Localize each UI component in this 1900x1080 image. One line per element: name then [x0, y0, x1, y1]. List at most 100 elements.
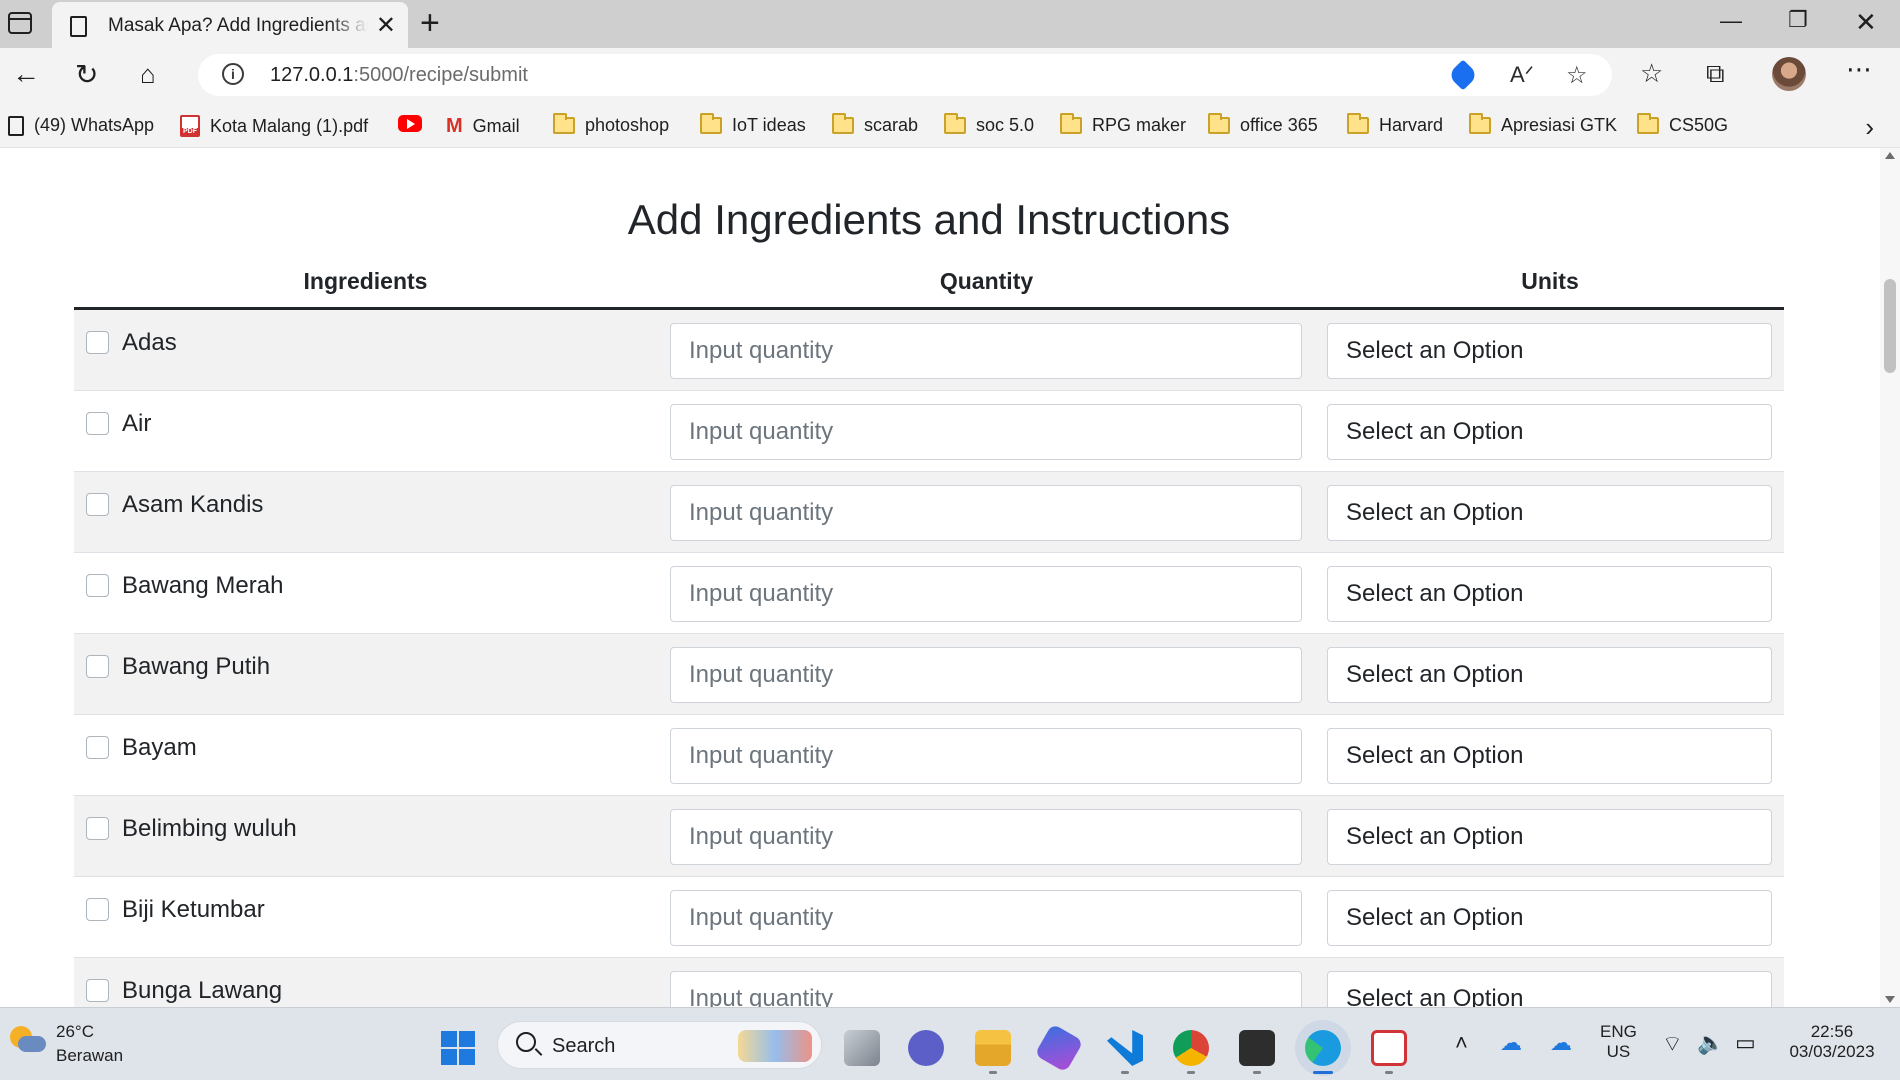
teams-chat-icon[interactable] [908, 1030, 944, 1066]
ingredient-label: Asam Kandis [122, 491, 264, 518]
scroll-up-arrow-icon[interactable] [1885, 152, 1895, 159]
weather-temperature[interactable]: 26°C [56, 1022, 94, 1042]
unit-select[interactable]: Select an Option [1327, 647, 1772, 703]
more-menu-icon[interactable]: ⋯ [1846, 54, 1872, 85]
edge-icon[interactable] [1305, 1030, 1341, 1066]
ingredient-checkbox[interactable] [86, 898, 109, 921]
snipping-tool-icon[interactable] [1371, 1030, 1407, 1066]
quantity-input[interactable] [670, 971, 1302, 1007]
ingredient-checkbox[interactable] [86, 574, 109, 597]
active-tab[interactable]: Masak Apa? Add Ingredients and Instructi… [52, 2, 408, 48]
tab-title: Masak Apa? Add Ingredients and Instructi… [108, 15, 368, 36]
onedrive-sync-icon[interactable]: ☁ [1550, 1030, 1572, 1056]
url-bar[interactable]: i 127.0.0.1:5000/recipe/submit Aᐟ ☆ [198, 54, 1612, 96]
bookmark-rpg-maker[interactable]: RPG maker [1060, 113, 1186, 136]
favorites-icon[interactable]: ☆ [1640, 58, 1663, 89]
ingredient-checkbox[interactable] [86, 736, 109, 759]
clock[interactable]: 22:56 03/03/2023 [1782, 1022, 1882, 1062]
task-view-icon[interactable] [844, 1030, 880, 1066]
quantity-input[interactable] [670, 323, 1302, 379]
unit-select[interactable]: Select an Option [1327, 971, 1772, 1007]
quantity-input[interactable] [670, 404, 1302, 460]
scroll-thumb[interactable] [1884, 279, 1896, 373]
refresh-icon[interactable]: ↻ [75, 58, 98, 91]
volume-icon[interactable]: 🔈 [1697, 1030, 1724, 1056]
read-aloud-icon[interactable]: Aᐟ [1510, 62, 1534, 88]
minimize-button[interactable]: — [1720, 8, 1742, 34]
site-info-icon[interactable]: i [222, 63, 244, 85]
quantity-input[interactable] [670, 647, 1302, 703]
chevron-up-icon[interactable]: ˄ [1455, 1030, 1468, 1056]
quantity-input[interactable] [670, 485, 1302, 541]
quantity-input[interactable] [670, 728, 1302, 784]
file-explorer-icon[interactable] [975, 1030, 1011, 1066]
quantity-input[interactable] [670, 566, 1302, 622]
folder-icon [700, 113, 722, 134]
bookmark-cs50g[interactable]: CS50G [1637, 113, 1728, 136]
profile-avatar[interactable] [1772, 57, 1806, 91]
collections-icon[interactable]: ⧉ [1706, 58, 1725, 90]
language-indicator[interactable]: ENG US [1600, 1022, 1637, 1062]
url-text[interactable]: 127.0.0.1:5000/recipe/submit [270, 64, 528, 87]
bookmark-apresiasi-gtk[interactable]: Apresiasi GTK [1469, 113, 1617, 136]
ingredient-checkbox[interactable] [86, 331, 109, 354]
weather-cloudy-icon[interactable] [10, 1026, 46, 1054]
table-row: Bayam Select an Option [74, 715, 1784, 796]
weather-description[interactable]: Berawan [56, 1046, 123, 1066]
bookmark-soc[interactable]: soc 5.0 [944, 113, 1034, 136]
youtube-icon [398, 115, 422, 132]
quantity-input[interactable] [670, 809, 1302, 865]
unit-select[interactable]: Select an Option [1327, 323, 1772, 379]
quantity-input[interactable] [670, 890, 1302, 946]
bookmark-iot-ideas[interactable]: IoT ideas [700, 113, 806, 136]
ingredient-label: Adas [122, 329, 177, 356]
bookmark-photoshop[interactable]: photoshop [553, 113, 669, 136]
table-row: Adas Select an Option [74, 310, 1784, 391]
unit-select[interactable]: Select an Option [1327, 485, 1772, 541]
new-tab-button[interactable]: + [420, 4, 440, 43]
bookmark-office-365[interactable]: office 365 [1208, 113, 1318, 136]
page-scrollbar[interactable] [1880, 148, 1900, 1007]
ingredient-checkbox[interactable] [86, 412, 109, 435]
home-icon[interactable]: ⌂ [140, 59, 156, 90]
copilot-icon[interactable] [1034, 1023, 1084, 1073]
folder-icon [1347, 113, 1369, 134]
bookmark-whatsapp[interactable]: (49) WhatsApp [8, 115, 154, 136]
table-row: Bunga Lawang Select an Option [74, 958, 1784, 1007]
wifi-icon[interactable]: ⌔ [1662, 1030, 1683, 1058]
add-favorite-icon[interactable]: ☆ [1566, 61, 1588, 90]
bookmark-youtube[interactable] [398, 115, 422, 132]
unit-select[interactable]: Select an Option [1327, 566, 1772, 622]
onedrive-cloud-icon[interactable]: ☁ [1500, 1030, 1522, 1056]
windows-start-icon[interactable] [441, 1031, 475, 1065]
ingredient-checkbox[interactable] [86, 493, 109, 516]
scroll-down-arrow-icon[interactable] [1885, 996, 1895, 1003]
back-arrow-icon[interactable]: ← [12, 58, 40, 90]
running-indicator [1187, 1071, 1195, 1074]
restore-button[interactable]: ❐ [1788, 7, 1808, 33]
chrome-icon[interactable] [1173, 1030, 1209, 1066]
tab-close-icon[interactable]: ✕ [376, 11, 396, 40]
vscode-icon[interactable] [1107, 1030, 1143, 1066]
tab-actions-icon[interactable] [8, 12, 32, 34]
bookmark-scarab[interactable]: scarab [832, 113, 918, 136]
chevron-right-icon[interactable]: › [1865, 112, 1874, 143]
table-row: Biji Ketumbar Select an Option [74, 877, 1784, 958]
terminal-icon[interactable] [1239, 1030, 1275, 1066]
ingredient-checkbox[interactable] [86, 979, 109, 1002]
close-window-button[interactable]: ✕ [1855, 7, 1877, 38]
bookmark-gmail[interactable]: M Gmail [446, 115, 520, 138]
ingredient-checkbox[interactable] [86, 655, 109, 678]
unit-select[interactable]: Select an Option [1327, 728, 1772, 784]
ingredient-checkbox[interactable] [86, 817, 109, 840]
table-row: Belimbing wuluh Select an Option [74, 796, 1784, 877]
unit-select[interactable]: Select an Option [1327, 890, 1772, 946]
bookmark-pdf[interactable]: Kota Malang (1).pdf [180, 115, 368, 137]
unit-select[interactable]: Select an Option [1327, 404, 1772, 460]
unit-select[interactable]: Select an Option [1327, 809, 1772, 865]
coupon-tag-icon[interactable] [1447, 59, 1479, 91]
ingredients-table: Ingredients Quantity Units Adas Select an… [74, 254, 1784, 1007]
bookmark-harvard[interactable]: Harvard [1347, 113, 1443, 136]
battery-icon[interactable]: ▭ [1735, 1030, 1756, 1056]
taskbar-search[interactable]: Search [497, 1021, 822, 1069]
